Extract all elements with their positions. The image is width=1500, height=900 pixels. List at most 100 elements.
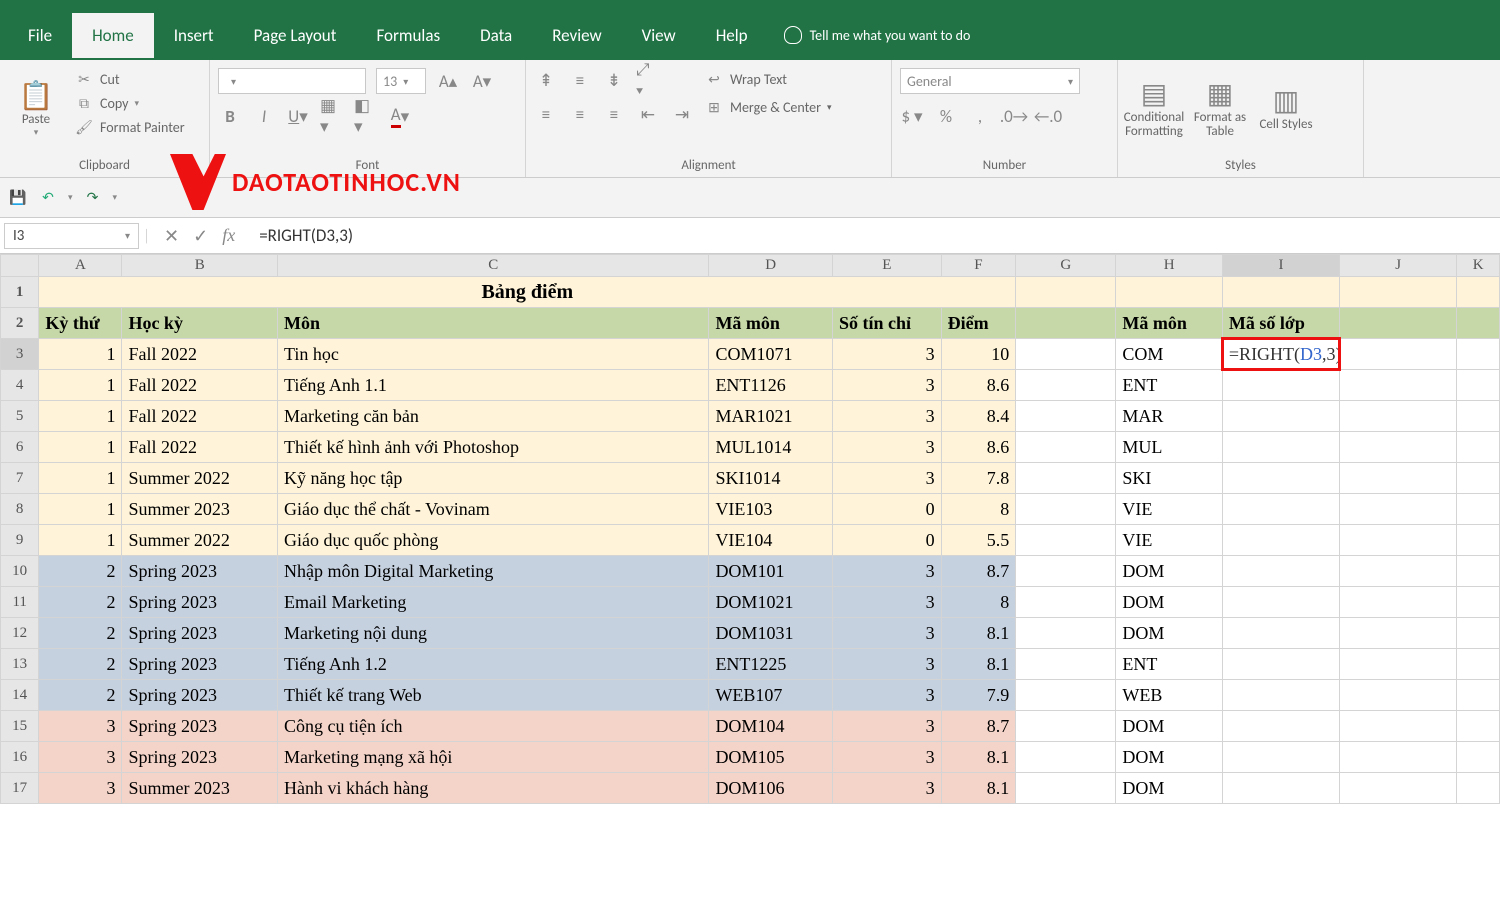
cell[interactable]	[1340, 308, 1457, 339]
cell[interactable]: ENT1126	[709, 370, 833, 401]
cell[interactable]	[1457, 432, 1500, 463]
cell[interactable]	[1222, 494, 1339, 525]
cell[interactable]	[1222, 401, 1339, 432]
cell[interactable]: SKI	[1116, 463, 1223, 494]
cell[interactable]: 3	[833, 556, 942, 587]
cell[interactable]	[1457, 587, 1500, 618]
cell[interactable]: 3	[833, 649, 942, 680]
menu-data[interactable]: Data	[460, 13, 532, 58]
cell[interactable]	[1340, 618, 1457, 649]
align-left-button[interactable]: ≡	[534, 102, 558, 126]
cell[interactable]: 1	[39, 463, 122, 494]
cell[interactable]: DOM101	[709, 556, 833, 587]
cell[interactable]	[1222, 742, 1339, 773]
cell[interactable]: COM	[1116, 339, 1223, 370]
cell[interactable]	[1340, 742, 1457, 773]
cell[interactable]: Thiết kế trang Web	[277, 680, 708, 711]
cell[interactable]	[1457, 339, 1500, 370]
cell[interactable]	[1222, 649, 1339, 680]
col-header-D[interactable]: D	[709, 255, 833, 277]
row-header[interactable]: 11	[1, 587, 39, 618]
percent-button[interactable]: %	[934, 104, 958, 128]
cell[interactable]: VIE103	[709, 494, 833, 525]
cell[interactable]: 8.1	[941, 742, 1016, 773]
cell[interactable]: WEB107	[709, 680, 833, 711]
cell[interactable]: COM1071	[709, 339, 833, 370]
cell[interactable]: 1	[39, 370, 122, 401]
cell[interactable]	[1016, 401, 1116, 432]
cell[interactable]	[1457, 773, 1500, 804]
cell[interactable]	[1457, 308, 1500, 339]
cell[interactable]: DOM1031	[709, 618, 833, 649]
align-middle-button[interactable]: ≡	[568, 68, 592, 92]
cell[interactable]	[1116, 277, 1223, 308]
align-center-button[interactable]: ≡	[568, 102, 592, 126]
menu-help[interactable]: Help	[696, 13, 768, 58]
font-size-combo[interactable]: 13▾	[376, 68, 426, 94]
cell[interactable]: Spring 2023	[122, 649, 278, 680]
cell[interactable]	[1340, 463, 1457, 494]
cell[interactable]	[1457, 742, 1500, 773]
cell[interactable]: Fall 2022	[122, 432, 278, 463]
col-header-J[interactable]: J	[1340, 255, 1457, 277]
cell[interactable]	[1016, 525, 1116, 556]
row-header[interactable]: 4	[1, 370, 39, 401]
menu-home[interactable]: Home	[72, 13, 154, 58]
cell[interactable]: Công cụ tiện ích	[277, 711, 708, 742]
header-cell[interactable]: Môn	[277, 308, 708, 339]
menu-insert[interactable]: Insert	[154, 13, 234, 58]
cell[interactable]: MUL1014	[709, 432, 833, 463]
cell[interactable]	[1016, 711, 1116, 742]
cell[interactable]: 2	[39, 587, 122, 618]
cell[interactable]: Fall 2022	[122, 339, 278, 370]
title-cell[interactable]: Bảng điểm	[39, 277, 1016, 308]
cell[interactable]: Fall 2022	[122, 370, 278, 401]
cell[interactable]: 2	[39, 680, 122, 711]
redo-button[interactable]: ↷	[83, 188, 103, 208]
name-box[interactable]: I3▾	[4, 223, 139, 249]
row-header[interactable]: 12	[1, 618, 39, 649]
cell[interactable]: MUL	[1116, 432, 1223, 463]
row-header[interactable]: 13	[1, 649, 39, 680]
header-cell[interactable]: Mã môn	[709, 308, 833, 339]
cell[interactable]: 8.6	[941, 432, 1016, 463]
cell[interactable]	[1222, 618, 1339, 649]
currency-button[interactable]: $ ▾	[900, 104, 924, 128]
menu-file[interactable]: File	[8, 13, 72, 58]
header-cell[interactable]: Kỳ thứ	[39, 308, 122, 339]
cell-styles-button[interactable]: ▥Cell Styles	[1258, 68, 1314, 148]
cell[interactable]: 8.1	[941, 618, 1016, 649]
col-header-H[interactable]: H	[1116, 255, 1223, 277]
cell[interactable]	[1340, 370, 1457, 401]
cell[interactable]: Fall 2022	[122, 401, 278, 432]
cell[interactable]	[1016, 680, 1116, 711]
cell[interactable]	[1016, 556, 1116, 587]
format-painter-button[interactable]: 🖌Format Painter	[74, 116, 185, 138]
cell[interactable]: Tin học	[277, 339, 708, 370]
cell[interactable]: WEB	[1116, 680, 1223, 711]
col-header-G[interactable]: G	[1016, 255, 1116, 277]
cell[interactable]: SKI1014	[709, 463, 833, 494]
cell[interactable]	[1016, 370, 1116, 401]
align-bottom-button[interactable]: ⇟	[602, 68, 626, 92]
cell[interactable]: Marketing mạng xã hội	[277, 742, 708, 773]
cell[interactable]: 1	[39, 401, 122, 432]
cell[interactable]: DOM104	[709, 711, 833, 742]
header-cell[interactable]: Mã số lớp	[1222, 308, 1339, 339]
paste-button[interactable]: 📋 Paste ▾	[8, 68, 64, 148]
cell[interactable]	[1222, 463, 1339, 494]
cell[interactable]	[1016, 773, 1116, 804]
cell[interactable]: Spring 2023	[122, 680, 278, 711]
cell[interactable]: MAR	[1116, 401, 1223, 432]
col-header-C[interactable]: C	[277, 255, 708, 277]
cell[interactable]: 3	[39, 742, 122, 773]
cell[interactable]: Hành vi khách hàng	[277, 773, 708, 804]
decrease-indent-button[interactable]: ⇤	[636, 102, 660, 126]
header-cell[interactable]: Số tín chỉ	[833, 308, 942, 339]
cell[interactable]: 3	[833, 339, 942, 370]
copy-button[interactable]: ⧉Copy ▾	[74, 92, 185, 114]
cell[interactable]	[1340, 649, 1457, 680]
cell[interactable]	[1340, 773, 1457, 804]
cell[interactable]: 2	[39, 649, 122, 680]
cell[interactable]: DOM	[1116, 711, 1223, 742]
